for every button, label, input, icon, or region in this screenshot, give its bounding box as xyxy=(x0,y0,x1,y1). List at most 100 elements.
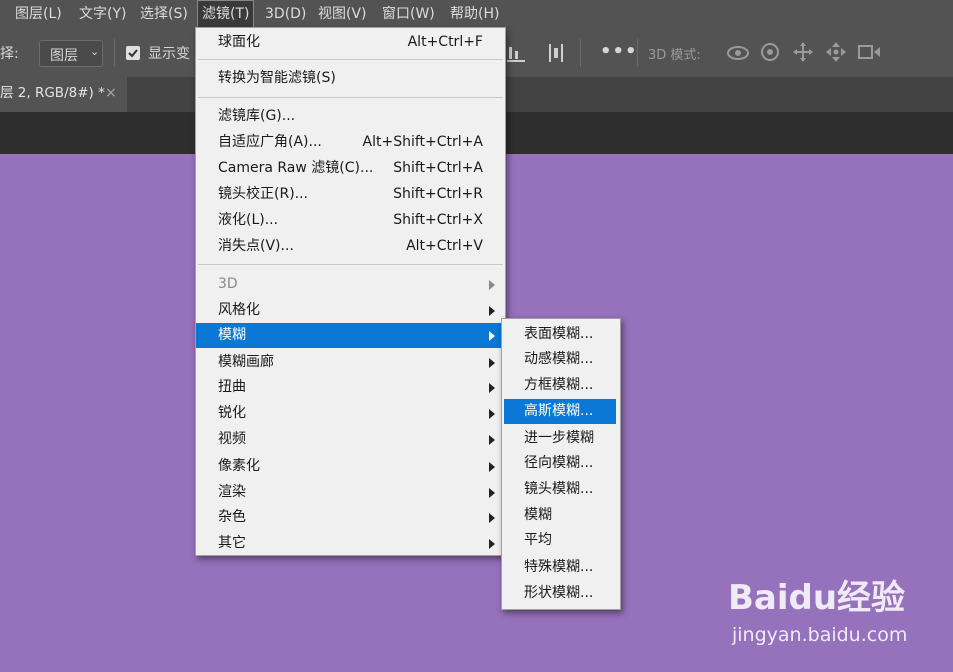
menu-bar: 图层(L) 文字(Y) 选择(S) 滤镜(T) 3D(D) 视图(V) 窗口(W… xyxy=(0,0,953,29)
menu-item-label: 形状模糊... xyxy=(524,585,594,601)
menu-layer[interactable]: 图层(L) xyxy=(15,0,62,29)
submenu-item-average[interactable]: 平均 xyxy=(502,528,620,553)
3d-mode-label: 3D 模式: xyxy=(648,48,701,63)
menu-item-label: 模糊 xyxy=(524,507,552,523)
menu-item-label: 锐化 xyxy=(218,405,246,421)
menu-select[interactable]: 选择(S) xyxy=(140,0,188,29)
menu-item-vanishing-point[interactable]: 消失点(V)... Alt+Ctrl+V xyxy=(196,234,505,259)
submenu-item-blur-more[interactable]: 进一步模糊 xyxy=(502,426,620,451)
align-icon[interactable] xyxy=(507,43,525,67)
3d-pan-icon[interactable] xyxy=(792,41,814,67)
menu-item-label: 扭曲 xyxy=(218,379,246,395)
menu-type[interactable]: 文字(Y) xyxy=(79,0,126,29)
menu-divider xyxy=(198,59,503,60)
layer-dropdown-value: 图层 xyxy=(50,48,78,64)
menu-item-label: 消失点(V)... xyxy=(218,238,294,254)
menu-item-camera-raw[interactable]: Camera Raw 滤镜(C)... Shift+Ctrl+A xyxy=(196,156,505,181)
menu-item-distort[interactable]: 扭曲 xyxy=(196,375,505,400)
menu-item-adaptive-wide-angle[interactable]: 自适应广角(A)... Alt+Shift+Ctrl+A xyxy=(196,130,505,155)
menu-divider xyxy=(198,97,503,98)
menu-item-label: 特殊模糊... xyxy=(524,559,594,575)
menu-item-other[interactable]: 其它 xyxy=(196,531,505,556)
menu-item-render[interactable]: 渲染 xyxy=(196,480,505,505)
menu-item-stylize[interactable]: 风格化 xyxy=(196,298,505,323)
menu-item-3d: 3D xyxy=(196,272,505,297)
submenu-item-radial-blur[interactable]: 径向模糊... xyxy=(502,451,620,476)
menu-item-noise[interactable]: 杂色 xyxy=(196,505,505,530)
3d-orbit-icon[interactable] xyxy=(726,42,750,68)
menu-item-label: 进一步模糊 xyxy=(524,430,594,446)
menu-item-lens-correction[interactable]: 镜头校正(R)... Shift+Ctrl+R xyxy=(196,182,505,207)
3d-roll-icon[interactable] xyxy=(759,41,781,67)
menu-item-convert-smart-filter[interactable]: 转换为智能滤镜(S) xyxy=(196,66,505,91)
menu-item-video[interactable]: 视频 xyxy=(196,427,505,452)
menu-item-label: 杂色 xyxy=(218,509,246,525)
menu-item-shortcut: Alt+Ctrl+V xyxy=(406,238,483,254)
menu-help[interactable]: 帮助(H) xyxy=(450,0,499,29)
menu-item-label: 径向模糊... xyxy=(524,455,594,471)
menu-item-label: 视频 xyxy=(218,431,246,447)
submenu-item-box-blur[interactable]: 方框模糊... xyxy=(502,373,620,398)
menu-item-spherize[interactable]: 球面化 Alt+Ctrl+F xyxy=(196,30,505,55)
submenu-item-lens-blur[interactable]: 镜头模糊... xyxy=(502,477,620,502)
menu-item-label: 表面模糊... xyxy=(524,326,594,342)
menu-window[interactable]: 窗口(W) xyxy=(382,0,435,29)
menu-item-liquify[interactable]: 液化(L)... Shift+Ctrl+X xyxy=(196,208,505,233)
menu-item-shortcut: Alt+Ctrl+F xyxy=(407,34,483,50)
menu-item-label: 其它 xyxy=(218,535,246,551)
3d-scale-icon[interactable] xyxy=(857,43,881,65)
submenu-item-shape-blur[interactable]: 形状模糊... xyxy=(502,581,620,606)
menu-item-label: 高斯模糊... xyxy=(524,403,594,419)
more-icon[interactable]: ••• xyxy=(600,41,638,62)
menu-item-shortcut: Shift+Ctrl+R xyxy=(393,186,483,202)
menu-item-label: 液化(L)... xyxy=(218,212,279,228)
select-label: 择: xyxy=(0,46,19,62)
menu-item-sharpen[interactable]: 锐化 xyxy=(196,401,505,426)
menu-item-label: 风格化 xyxy=(218,302,260,318)
submenu-arrow-icon xyxy=(489,513,495,523)
close-icon[interactable]: × xyxy=(105,77,117,110)
menu-item-filter-gallery[interactable]: 滤镜库(G)... xyxy=(196,104,505,129)
submenu-arrow-icon xyxy=(489,280,495,290)
checkbox-checked-icon[interactable] xyxy=(126,46,140,60)
menu-item-label: 球面化 xyxy=(218,34,260,50)
document-tab[interactable]: 层 2, RGB/8#) * × xyxy=(0,77,127,112)
chevron-down-icon: ⌄ xyxy=(90,45,100,58)
submenu-item-surface-blur[interactable]: 表面模糊... xyxy=(502,322,620,347)
menu-item-shortcut: Alt+Shift+Ctrl+A xyxy=(362,134,483,150)
menu-item-blur[interactable]: 模糊 xyxy=(196,323,505,348)
watermark-url: jingyan.baidu.com xyxy=(732,624,908,646)
menu-item-label: 方框模糊... xyxy=(524,377,594,393)
submenu-arrow-icon xyxy=(489,331,495,341)
menu-item-pixelate[interactable]: 像素化 xyxy=(196,454,505,479)
submenu-item-blur[interactable]: 模糊 xyxy=(502,503,620,528)
menu-3d[interactable]: 3D(D) xyxy=(265,0,306,29)
submenu-arrow-icon xyxy=(489,462,495,472)
menu-item-blur-gallery[interactable]: 模糊画廊 xyxy=(196,350,505,375)
menu-item-label: 镜头校正(R)... xyxy=(218,186,309,202)
submenu-arrow-icon xyxy=(489,383,495,393)
menu-item-label: 镜头模糊... xyxy=(524,481,594,497)
menu-item-label: 渲染 xyxy=(218,484,246,500)
menu-view[interactable]: 视图(V) xyxy=(318,0,367,29)
submenu-item-smart-blur[interactable]: 特殊模糊... xyxy=(502,555,620,580)
menu-item-label: 滤镜库(G)... xyxy=(218,108,296,124)
submenu-arrow-icon xyxy=(489,539,495,549)
menu-divider xyxy=(198,264,503,265)
document-tab-title: 层 2, RGB/8#) * xyxy=(0,85,105,101)
layer-dropdown[interactable]: 图层 ⌄ xyxy=(39,40,103,67)
submenu-item-gaussian-blur[interactable]: 高斯模糊... xyxy=(504,399,616,424)
menu-item-shortcut: Shift+Ctrl+X xyxy=(393,212,483,228)
blur-submenu: 表面模糊... 动感模糊... 方框模糊... 高斯模糊... 进一步模糊 径向… xyxy=(501,318,621,610)
menu-item-label: 自适应广角(A)... xyxy=(218,134,322,150)
menu-item-shortcut: Shift+Ctrl+A xyxy=(393,160,483,176)
menu-filter[interactable]: 滤镜(T) xyxy=(197,0,255,29)
separator xyxy=(114,39,115,67)
submenu-item-motion-blur[interactable]: 动感模糊... xyxy=(502,347,620,372)
watermark-brand: Baidu经验 xyxy=(728,578,906,618)
3d-slide-icon[interactable] xyxy=(825,41,847,67)
menu-item-label: 平均 xyxy=(524,532,552,548)
submenu-arrow-icon xyxy=(489,306,495,316)
distribute-icon[interactable] xyxy=(547,43,565,67)
submenu-arrow-icon xyxy=(489,358,495,368)
